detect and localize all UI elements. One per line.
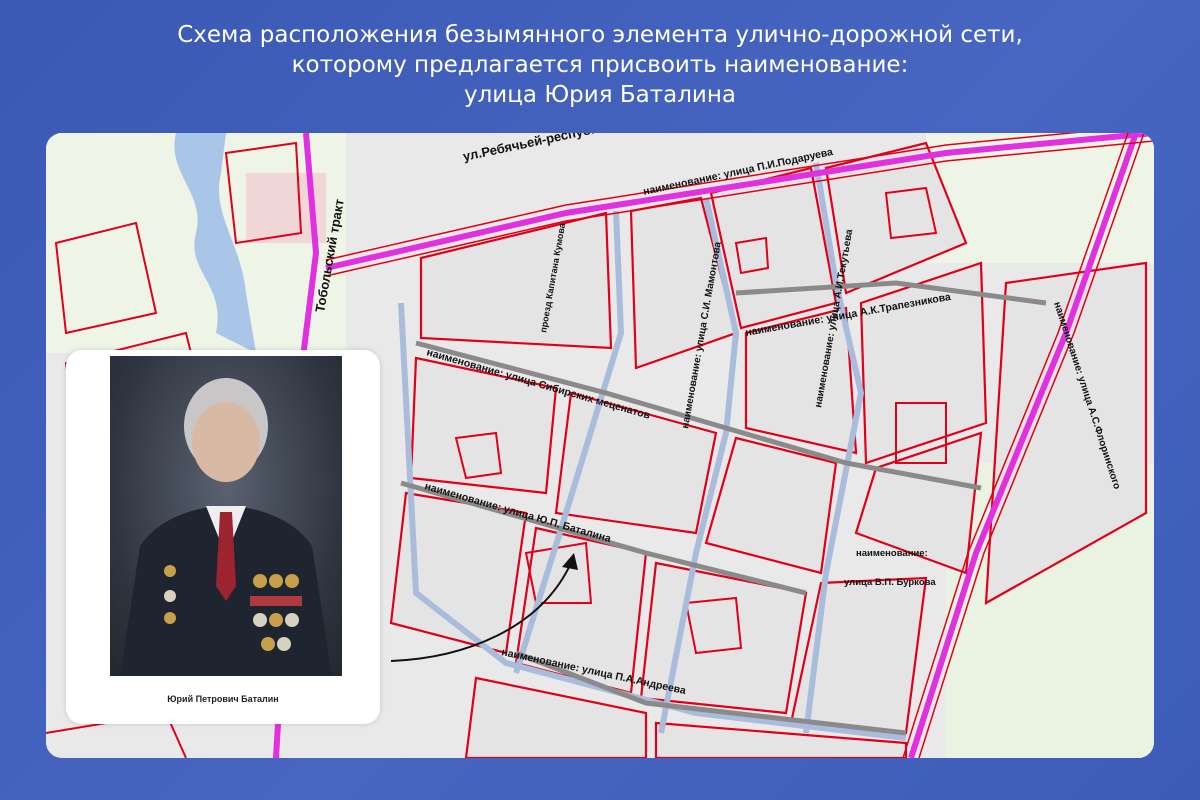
portrait-photo [110, 356, 342, 676]
title-line-3: улица Юрия Баталина [464, 82, 736, 108]
portrait-illustration [120, 378, 332, 676]
portrait-face [192, 402, 260, 482]
label-burkova-line2: улица В.П. Буркова [844, 577, 936, 588]
title-line-2: которому предлагается присвоить наименов… [291, 52, 909, 78]
label-burkova-line1: наименование: [856, 548, 928, 559]
title-line-1: Схема расположения безымянного элемента … [177, 22, 1023, 48]
portrait-card: Юрий Петрович Баталин [66, 350, 380, 724]
page-title: Схема расположения безымянного элемента … [0, 20, 1200, 110]
portrait-caption: Юрий Петрович Баталин [167, 694, 279, 704]
